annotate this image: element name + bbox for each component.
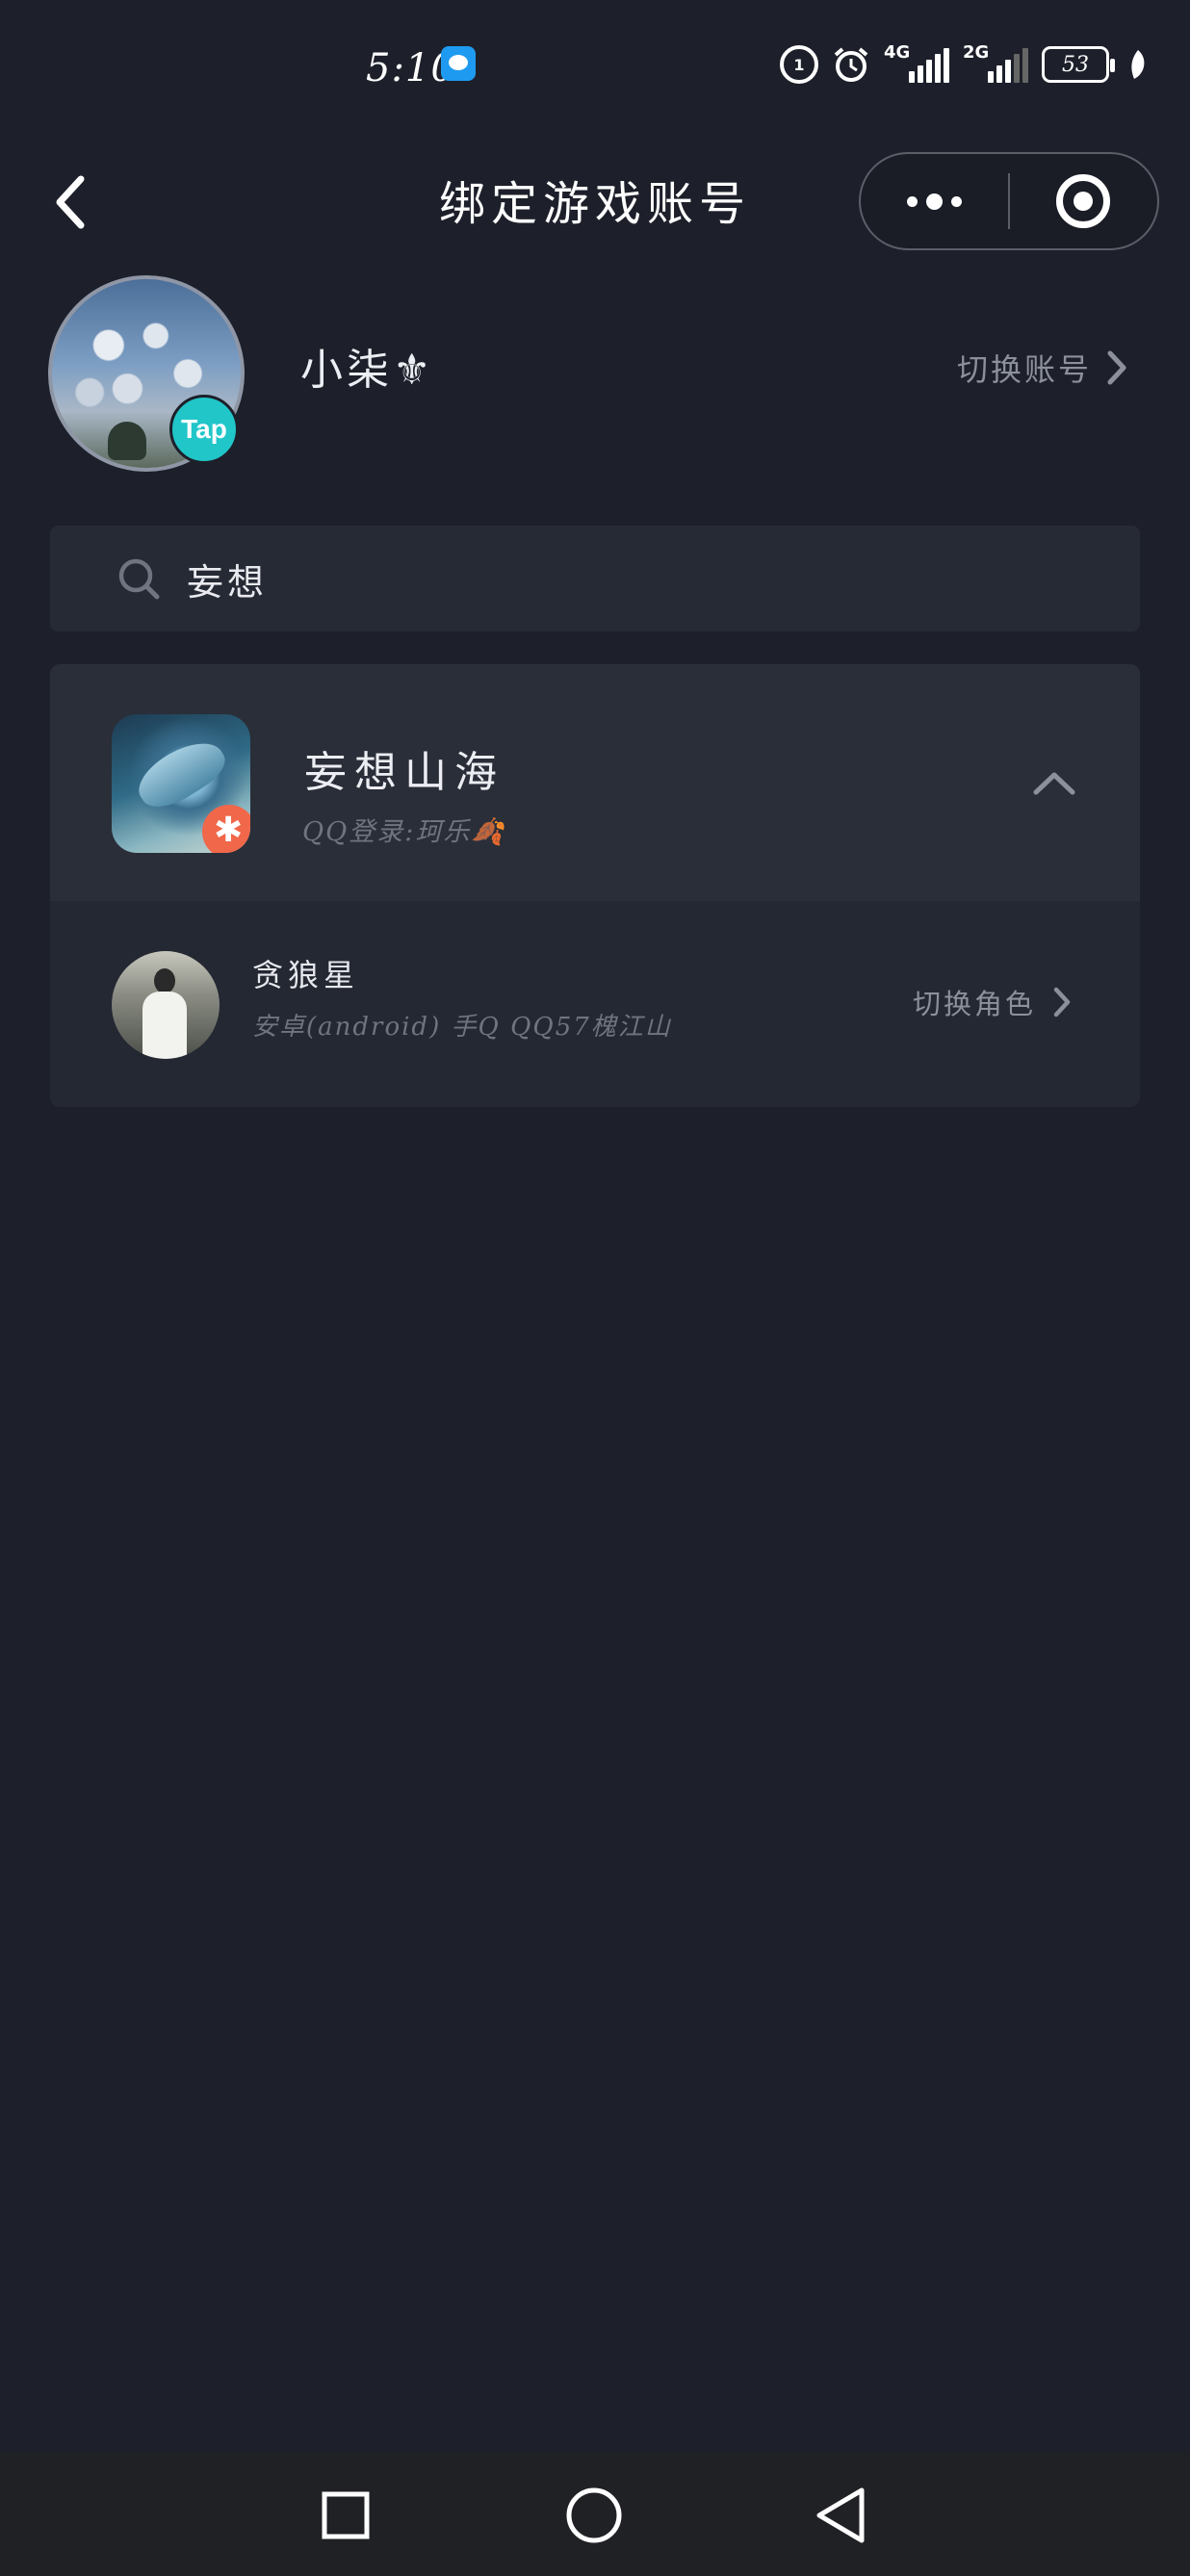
role-name: 贪狼星 [252, 957, 360, 993]
leaf-icon [1131, 50, 1145, 79]
search-icon [118, 558, 160, 600]
status-icons: 1 4G 2G 53 [780, 42, 1148, 87]
signal-4g-icon: 4G [884, 42, 949, 83]
battery-icon: 53 [1042, 46, 1115, 83]
game-login-info: QQ登录:珂乐🍂 [302, 817, 505, 847]
chevron-right-icon [1107, 350, 1126, 385]
game-header[interactable]: 妄想山海 QQ登录:珂乐🍂 [50, 664, 1140, 901]
game-icon [112, 714, 250, 853]
circle-icon [566, 2487, 622, 2543]
chevron-right-icon [1053, 987, 1071, 1018]
role-avatar [112, 951, 220, 1059]
game-card: 妄想山海 QQ登录:珂乐🍂 贪狼星 安卓(android) 手Q QQ57槐江山… [50, 664, 1140, 1107]
search-input[interactable]: 妄想 [50, 526, 1140, 631]
switch-role-button[interactable]: 切换角色 [913, 978, 1073, 1026]
username: 小柒⚜ [300, 346, 435, 395]
target-circle-icon [1056, 174, 1111, 228]
system-back-button[interactable] [807, 2482, 874, 2549]
role-detail: 安卓(android) 手Q QQ57槐江山 [252, 1013, 672, 1042]
switch-account-button[interactable]: 切换账号 [957, 339, 1128, 397]
status-bar: 5:10 1 4G 2G 53 [0, 0, 1190, 135]
game-name: 妄想山海 [304, 748, 504, 797]
signal-2g-icon: 2G [963, 42, 1028, 83]
recent-apps-button[interactable] [312, 2482, 379, 2549]
switch-account-label: 切换账号 [956, 351, 1092, 388]
mini-program-capsule [859, 152, 1159, 250]
hd-call-icon: 1 [780, 45, 818, 84]
search-value: 妄想 [187, 560, 269, 604]
system-nav-bar [0, 2453, 1190, 2576]
chevron-up-icon [1033, 772, 1075, 795]
triangle-back-icon [816, 2487, 865, 2543]
role-item: 贪狼星 安卓(android) 手Q QQ57槐江山 切换角色 [50, 901, 1140, 1107]
alarm-icon [834, 47, 868, 82]
home-button[interactable] [560, 2482, 628, 2549]
more-button[interactable] [861, 154, 1008, 248]
tap-badge: Tap [169, 395, 239, 464]
more-dots-icon [907, 193, 962, 210]
square-icon [322, 2491, 370, 2539]
collapse-button[interactable] [1026, 755, 1082, 811]
close-miniprogram-button[interactable] [1010, 154, 1157, 248]
switch-role-label: 切换角色 [912, 988, 1036, 1020]
message-notification-icon [441, 46, 476, 81]
